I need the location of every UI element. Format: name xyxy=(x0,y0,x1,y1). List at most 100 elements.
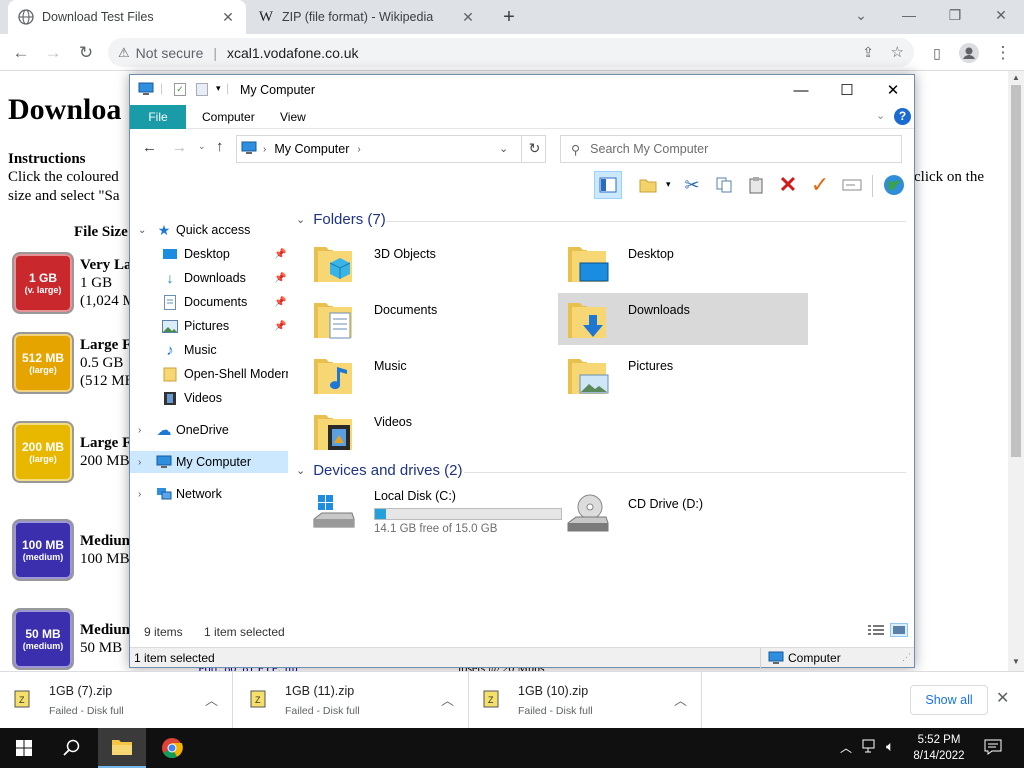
reload-icon[interactable]: ↻ xyxy=(73,40,99,66)
help-icon[interactable]: ? xyxy=(894,108,911,125)
menu-kebab-icon[interactable]: ⋮ xyxy=(990,40,1016,66)
download-50mb-button[interactable]: 50 MB (medium) xyxy=(12,608,74,670)
expand-ribbon-icon[interactable]: ⌄ xyxy=(876,109,885,122)
chevron-up-icon[interactable]: ︿ xyxy=(205,690,218,709)
close-shelf-icon[interactable]: ✕ xyxy=(996,688,1009,708)
folders-group-header[interactable]: ⌄ Folders (7) xyxy=(296,211,386,228)
copy-icon[interactable] xyxy=(710,171,738,199)
volume-icon[interactable]: 🔈︎ xyxy=(886,738,894,755)
cut-icon[interactable]: ✂ xyxy=(678,171,706,199)
side-panel-icon[interactable]: ▯ xyxy=(924,40,950,66)
group-chevron-icon[interactable]: ⌄ xyxy=(296,213,305,226)
dropdown-arrow-icon[interactable]: ▾ xyxy=(666,179,671,190)
nav-network[interactable]: › Network xyxy=(130,483,288,505)
address-dropdown-icon[interactable]: ⌄ xyxy=(499,142,508,155)
minimize-button[interactable]: — xyxy=(886,0,932,30)
rename-icon[interactable] xyxy=(838,171,866,199)
address-bar[interactable]: ⚠ Not secure | xcal1.vodafone.co.uk ⇪ ☆ xyxy=(108,38,914,67)
properties-icon[interactable]: ✓ xyxy=(174,83,186,96)
folder-videos[interactable]: Videos xyxy=(304,405,554,457)
nav-quick-access[interactable]: ⌄ ★ Quick access xyxy=(130,219,288,241)
nav-item-documents[interactable]: Documents 📌 xyxy=(130,291,288,313)
delete-icon[interactable]: ✕ xyxy=(774,171,802,199)
globe-icon[interactable] xyxy=(880,171,908,199)
close-tab-icon[interactable]: ✕ xyxy=(460,9,476,25)
download-item[interactable]: Z 1GB (10).zip Failed - Disk full ︿ xyxy=(469,672,702,729)
folder-desktop[interactable]: Desktop xyxy=(558,237,808,289)
nav-item-videos[interactable]: Videos xyxy=(130,387,288,409)
folder-pictures[interactable]: Pictures xyxy=(558,349,808,401)
folder-downloads[interactable]: Downloads xyxy=(558,293,808,345)
nav-item-music[interactable]: ♪ Music xyxy=(130,339,288,361)
search-input[interactable]: ⚲ Search My Computer xyxy=(560,135,902,163)
preview-pane-icon[interactable] xyxy=(594,171,622,199)
minimize-button[interactable]: — xyxy=(778,75,824,105)
file-explorer-taskbar-button[interactable] xyxy=(98,728,146,768)
download-item[interactable]: Z 1GB (11).zip Failed - Disk full ︿ xyxy=(236,672,469,729)
tab-zip-wikipedia[interactable]: W ZIP (file format) - Wikipedia ✕ xyxy=(248,0,486,34)
nav-item-open-shell[interactable]: Open-Shell Modern xyxy=(130,363,288,385)
back-arrow-icon[interactable]: ← xyxy=(8,40,34,66)
folder-view-icon[interactable] xyxy=(634,171,662,199)
download-100mb-button[interactable]: 100 MB (medium) xyxy=(12,519,74,581)
restore-button[interactable]: ❐ xyxy=(932,0,978,30)
notification-icon[interactable] xyxy=(984,738,1002,759)
close-window-button[interactable]: ✕ xyxy=(978,0,1024,30)
forward-arrow-icon[interactable]: → xyxy=(172,139,187,156)
paste-icon[interactable] xyxy=(742,171,770,199)
star-icon[interactable]: ☆ xyxy=(891,43,904,61)
devices-group-header[interactable]: ⌄ Devices and drives (2) xyxy=(296,462,462,479)
resize-grip-icon[interactable]: ⋰ xyxy=(902,652,911,663)
details-view-icon[interactable] xyxy=(868,624,884,639)
new-folder-icon[interactable] xyxy=(196,83,208,96)
download-512mb-button[interactable]: 512 MB (large) xyxy=(12,332,74,394)
close-tab-icon[interactable]: ✕ xyxy=(220,9,236,25)
folder-music[interactable]: Music xyxy=(304,349,554,401)
chrome-taskbar-button[interactable] xyxy=(148,728,196,768)
group-chevron-icon[interactable]: ⌄ xyxy=(296,464,305,477)
drive-local-disk-c[interactable]: Local Disk (C:) 14.1 GB free of 15.0 GB xyxy=(304,487,562,543)
back-arrow-icon[interactable]: ← xyxy=(142,139,157,156)
chevron-down-icon[interactable]: ⌄ xyxy=(838,0,884,30)
nav-item-downloads[interactable]: ↓ Downloads 📌 xyxy=(130,267,288,289)
maximize-button[interactable]: ☐ xyxy=(824,75,870,105)
nav-onedrive[interactable]: › ☁ OneDrive xyxy=(130,419,288,441)
download-200mb-button[interactable]: 200 MB (large) xyxy=(12,421,74,483)
customize-toolbar-icon[interactable]: ▾ xyxy=(216,83,221,94)
large-icons-view-icon[interactable] xyxy=(890,623,908,637)
folder-documents[interactable]: Documents xyxy=(304,293,554,345)
expanded-chevron-icon[interactable]: ⌄ xyxy=(138,225,146,236)
chevron-up-icon[interactable]: ︿ xyxy=(674,690,687,709)
search-button[interactable] xyxy=(48,728,96,768)
chevron-up-icon[interactable]: ︿ xyxy=(441,690,454,709)
tab-download-test-files[interactable]: Download Test Files ✕ xyxy=(8,0,246,34)
collapsed-chevron-icon[interactable]: › xyxy=(138,489,141,500)
scrollbar-thumb[interactable] xyxy=(1011,85,1021,457)
collapsed-chevron-icon[interactable]: › xyxy=(138,425,141,436)
page-scrollbar[interactable]: ▲ ▼ xyxy=(1008,71,1024,671)
profile-avatar-icon[interactable] xyxy=(956,40,982,66)
scroll-up-icon[interactable]: ▲ xyxy=(1012,73,1020,82)
checkmark-icon[interactable]: ✓ xyxy=(806,171,834,199)
chevron-up-icon[interactable]: ︿ xyxy=(840,739,852,756)
nav-item-desktop[interactable]: Desktop 📌 xyxy=(130,243,288,265)
tab-view[interactable]: View xyxy=(266,105,320,129)
collapsed-chevron-icon[interactable]: › xyxy=(138,457,141,468)
show-all-button[interactable]: Show all xyxy=(910,685,988,715)
scroll-down-icon[interactable]: ▼ xyxy=(1012,657,1020,666)
nav-item-pictures[interactable]: Pictures 📌 xyxy=(130,315,288,337)
new-tab-button[interactable]: + xyxy=(498,6,520,28)
network-icon[interactable] xyxy=(862,738,878,757)
tab-computer[interactable]: Computer xyxy=(188,105,269,129)
share-icon[interactable]: ⇪ xyxy=(862,44,874,61)
folder-3d-objects[interactable]: 3D Objects xyxy=(304,237,554,289)
tab-file[interactable]: File xyxy=(130,105,186,129)
download-item[interactable]: Z 1GB (7).zip Failed - Disk full ︿ xyxy=(0,672,233,729)
up-arrow-icon[interactable]: ↑ xyxy=(216,138,224,155)
drive-cd-d[interactable]: CD Drive (D:) xyxy=(558,487,808,543)
close-button[interactable]: ✕ xyxy=(870,75,916,105)
start-button[interactable] xyxy=(0,728,48,768)
refresh-icon[interactable]: ↻ xyxy=(521,135,547,163)
forward-arrow-icon[interactable]: → xyxy=(40,40,66,66)
nav-my-computer[interactable]: › My Computer xyxy=(130,451,288,473)
